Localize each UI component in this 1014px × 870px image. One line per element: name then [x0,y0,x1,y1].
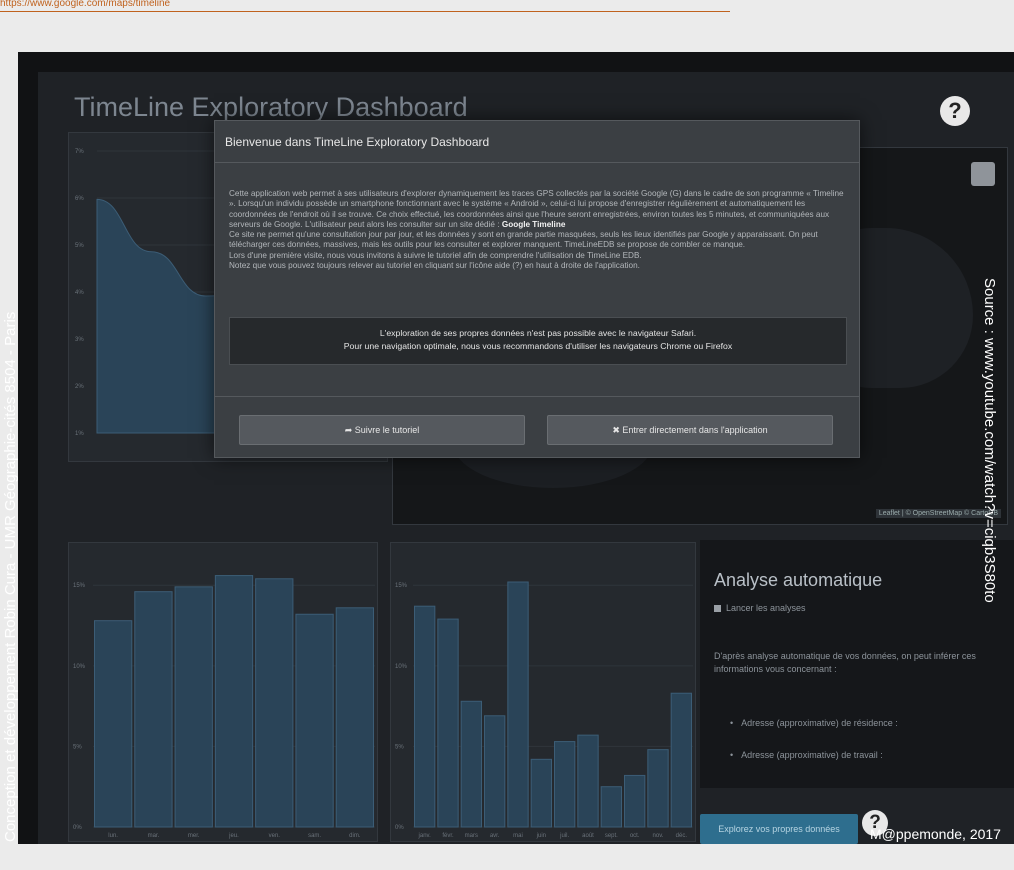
y-tick-label: 7% [75,149,84,155]
enter-app-button[interactable]: ✖ Entrer directement dans l'application [547,415,833,445]
x-tick-label: sept. [605,833,618,839]
weekday-chart-panel: 15% 10% 5% 0% lun. mar. mer. jeu. ven. sam. dim. [68,542,378,842]
y-tick-label: 5% [395,744,404,750]
analysis-list: Adresse (approximative) de résidence : A… [730,718,898,782]
y-tick-label: 5% [75,243,84,249]
y-tick-label: 0% [395,825,404,831]
analysis-title: Analyse automatique [714,570,883,590]
y-tick-label: 2% [75,384,84,390]
notice-line: Pour une navigation optimale, nous vous … [343,341,733,351]
analysis-description: D'après analyse automatique de vos donné… [714,651,976,674]
x-tick-label: oct. [630,833,640,839]
follow-tutorial-button[interactable]: ➦ Suivre le tutoriel [239,415,525,445]
notice-line: L'exploration de ses propres données n'e… [379,328,697,338]
bar[interactable] [94,620,133,828]
welcome-modal: Bienvenue dans TimeLine Exploratory Dash… [214,120,860,458]
x-tick-label: juin [536,833,546,839]
x-tick-label: mars [465,833,478,839]
x-tick-label: déc. [676,833,688,839]
y-tick-label: 10% [73,664,86,670]
modal-body: Cette application web permet à ses utili… [229,189,847,271]
y-tick-label: 6% [75,196,84,202]
checkbox-label: Lancer les analyses [726,603,806,613]
y-tick-label: 0% [73,825,82,831]
y-tick-label: 10% [395,664,408,670]
weekday-bar-chart: 15% 10% 5% 0% lun. mar. mer. jeu. ven. sam. dim. [73,575,375,839]
y-tick-label: 15% [73,583,86,589]
bar[interactable] [460,700,482,828]
explore-data-button[interactable]: Explorez vos propres données [700,814,858,844]
bar[interactable] [214,575,254,828]
google-timeline-link[interactable]: Google Timeline [502,220,566,229]
x-tick-label: lun. [108,833,118,839]
y-tick-label: 5% [73,744,82,750]
x-tick-label: dim. [349,833,361,839]
x-tick-label: avr. [490,833,500,839]
y-tick-label: 15% [395,583,408,589]
bar[interactable] [255,578,294,828]
bar[interactable] [600,786,623,828]
dashboard-app: TimeLine Exploratory Dashboard ? 7% 6% 5% 4… [38,72,1014,844]
bar[interactable] [174,586,213,828]
x-tick-label: jeu. [228,833,239,839]
layers-icon[interactable] [971,162,995,186]
app-title: TimeLine Exploratory Dashboard [74,92,468,122]
modal-paragraph: Ce site ne permet qu'une consultation jo… [229,230,818,250]
screenshot-frame: TimeLine Exploratory Dashboard ? 7% 6% 5% 4… [18,52,1014,844]
x-tick-label: ven. [269,833,281,839]
list-item: Adresse (approximative) de résidence : [730,718,898,728]
x-tick-label: mar. [148,833,160,839]
bar[interactable] [670,692,692,828]
x-tick-label: sam. [308,833,321,839]
bar[interactable] [577,734,599,828]
x-tick-label: mai [513,833,523,839]
x-tick-label: juil. [559,833,569,839]
modal-paragraph: Notez que vous pouvez toujours relever a… [229,261,640,271]
bar[interactable] [134,591,173,828]
month-chart-panel: 15% 10% 5% 0% janv. févr. mars avr. mai juin juil.… [390,542,696,842]
modal-footer: ➦ Suivre le tutoriel ✖ Entrer directemen… [215,396,859,458]
x-tick-label: nov. [653,833,664,839]
bar[interactable] [484,715,506,828]
x-tick-label: août [582,833,594,839]
modal-title: Bienvenue dans TimeLine Exploratory Dash… [215,121,859,163]
bar[interactable] [554,741,576,828]
browser-notice: L'exploration de ses propres données n'e… [229,317,847,365]
y-tick-label: 3% [75,337,84,343]
y-tick-label: 4% [75,290,84,296]
bar[interactable] [530,758,553,828]
bar[interactable] [507,581,529,828]
bar[interactable] [437,618,459,828]
analysis-checkbox[interactable]: Lancer les analyses [714,603,806,613]
month-bar-chart: 15% 10% 5% 0% janv. févr. mars avr. mai juin juil.… [395,581,693,839]
left-credit-text: Conception et développement Robin Cura -… [2,311,19,842]
checkbox-icon[interactable] [714,605,721,612]
header-link[interactable]: https://www.google.com/maps/timeline [0,0,730,12]
list-item: Adresse (approximative) de travail : [730,750,898,760]
x-tick-label: févr. [442,833,454,839]
modal-paragraph: Lors d'une première visite, nous vous in… [229,250,642,260]
publication-credit: M@ppemonde, 2017 [870,826,1001,842]
bar[interactable] [624,774,646,828]
help-icon[interactable]: ? [940,96,970,126]
bar[interactable] [335,607,375,828]
y-tick-label: 1% [75,431,84,437]
x-tick-label: janv. [418,833,432,839]
bar[interactable] [295,613,334,828]
bar[interactable] [414,605,436,828]
analysis-panel: Analyse automatique Lancer les analyses … [700,540,1014,788]
right-source-text: Source : www.youtube.com/watch?v=ciqb3S8… [981,278,998,603]
x-tick-label: mer. [188,833,200,839]
bar[interactable] [647,749,669,828]
